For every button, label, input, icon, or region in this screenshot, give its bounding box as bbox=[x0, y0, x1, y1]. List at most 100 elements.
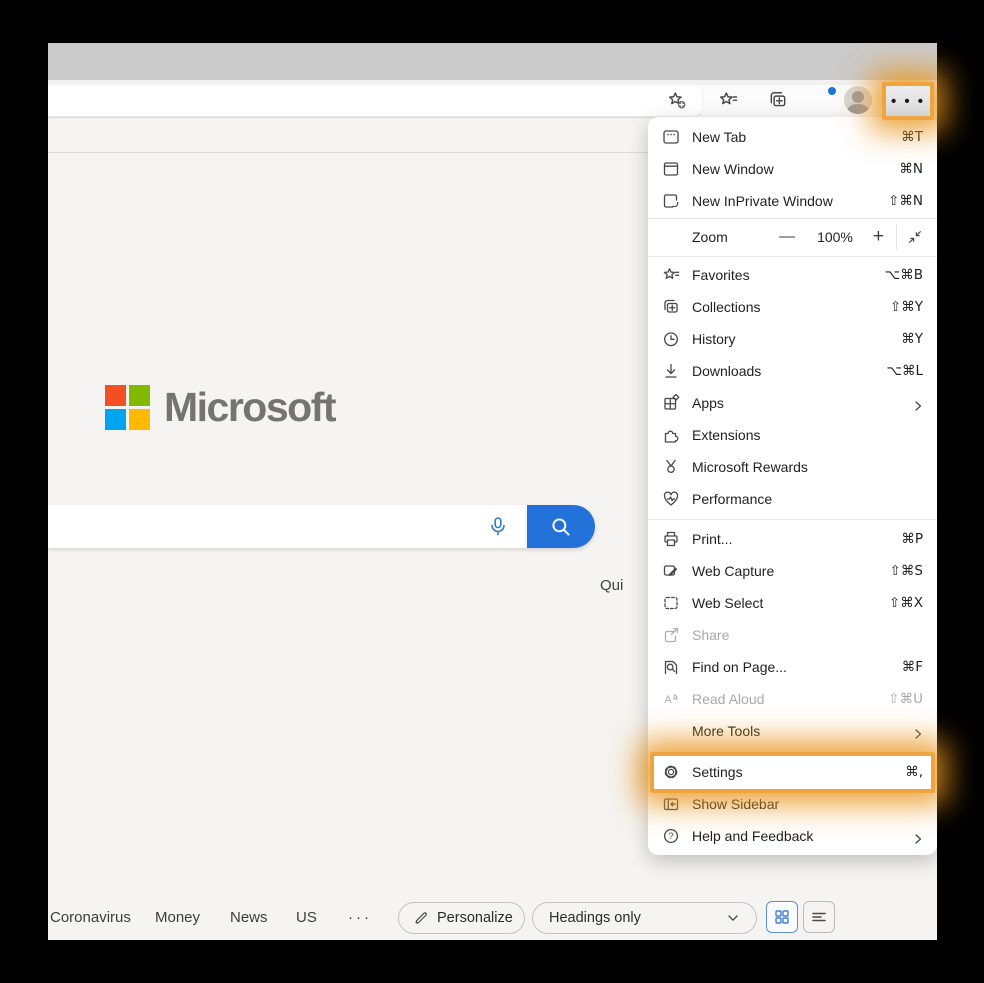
menu-label: New Window bbox=[692, 161, 899, 177]
apps-icon bbox=[662, 394, 680, 412]
menu-divider bbox=[648, 519, 937, 520]
menu-item-history[interactable]: History ⌘Y bbox=[648, 323, 937, 355]
zoom-divider bbox=[896, 224, 897, 250]
printer-icon bbox=[662, 530, 680, 548]
new-tab-icon bbox=[662, 128, 680, 146]
address-bar[interactable] bbox=[48, 86, 702, 116]
menu-item-extensions[interactable]: Extensions bbox=[648, 419, 937, 451]
menu-shortcut: ⌥⌘L bbox=[886, 363, 923, 379]
favorites-icon[interactable] bbox=[716, 88, 740, 112]
search-bar bbox=[48, 505, 595, 548]
footer-link-coronavirus[interactable]: Coronavirus bbox=[50, 909, 131, 926]
microsoft-logo-icon bbox=[105, 385, 150, 430]
rewards-notification-dot bbox=[828, 87, 836, 95]
menu-item-new-inprivate-window[interactable]: New InPrivate Window ⇧⌘N bbox=[648, 185, 937, 217]
favorites-star-icon bbox=[662, 266, 680, 284]
menu-item-find-on-page[interactable]: Find on Page... ⌘F bbox=[648, 651, 937, 683]
annotation-highlight-more-button bbox=[882, 82, 934, 120]
logo-square-green bbox=[129, 385, 150, 406]
read-aloud-icon: A bbox=[662, 690, 680, 708]
menu-divider bbox=[648, 256, 937, 257]
logo-square-red bbox=[105, 385, 126, 406]
footer-link-money[interactable]: Money bbox=[155, 909, 200, 926]
menu-label: Web Capture bbox=[692, 563, 890, 579]
menu-label: Print... bbox=[692, 531, 901, 547]
personalize-button[interactable]: Personalize bbox=[398, 902, 525, 934]
menu-label: Find on Page... bbox=[692, 659, 902, 675]
performance-heart-icon bbox=[662, 490, 680, 508]
zoom-level-value: 100% bbox=[817, 229, 853, 245]
menu-item-downloads[interactable]: Downloads ⌥⌘L bbox=[648, 355, 937, 387]
menu-item-new-tab[interactable]: New Tab ⌘T bbox=[648, 121, 937, 153]
menu-label: Share bbox=[692, 627, 923, 643]
logo-square-yellow bbox=[129, 409, 150, 430]
menu-label: Web Select bbox=[692, 595, 889, 611]
browser-overflow-menu: New Tab ⌘T New Window ⌘N New InPrivate W… bbox=[648, 117, 937, 855]
more-tools-spacer bbox=[662, 722, 680, 740]
footer-link-us[interactable]: US bbox=[296, 909, 317, 926]
share-icon bbox=[662, 626, 680, 644]
search-button[interactable] bbox=[527, 505, 595, 548]
submenu-chevron-icon bbox=[913, 726, 923, 736]
show-sidebar-icon bbox=[662, 795, 680, 813]
microsoft-wordmark: Microsoft bbox=[164, 383, 335, 431]
help-question-icon: ? bbox=[662, 827, 680, 845]
menu-shortcut: ⌘F bbox=[902, 659, 923, 675]
menu-label: Show Sidebar bbox=[692, 796, 923, 812]
menu-item-read-aloud: A Read Aloud ⇧⌘U bbox=[648, 683, 937, 715]
menu-item-new-window[interactable]: New Window ⌘N bbox=[648, 153, 937, 185]
menu-item-favorites[interactable]: Favorites ⌥⌘B bbox=[648, 259, 937, 291]
collections-icon bbox=[662, 298, 680, 316]
menu-label: New Tab bbox=[692, 129, 901, 145]
collections-icon[interactable] bbox=[766, 88, 790, 112]
avatar-head bbox=[852, 91, 864, 103]
add-favorite-star-icon[interactable] bbox=[665, 88, 689, 112]
menu-item-more-tools[interactable]: More Tools bbox=[648, 715, 937, 747]
menu-item-help-and-feedback[interactable]: ? Help and Feedback bbox=[648, 820, 937, 852]
menu-shortcut: ⌘T bbox=[901, 129, 923, 145]
menu-item-collections[interactable]: Collections ⇧⌘Y bbox=[648, 291, 937, 323]
history-clock-icon bbox=[662, 330, 680, 348]
menu-shortcut: ⌥⌘B bbox=[885, 267, 923, 283]
menu-item-print[interactable]: Print... ⌘P bbox=[648, 523, 937, 555]
microphone-icon[interactable] bbox=[486, 515, 510, 539]
zoom-in-button[interactable]: + bbox=[873, 226, 884, 248]
menu-item-microsoft-rewards[interactable]: Microsoft Rewards bbox=[648, 451, 937, 483]
menu-item-zoom: Zoom — 100% + bbox=[648, 219, 937, 255]
view-mode-value: Headings only bbox=[549, 910, 726, 926]
menu-shortcut: ⌘P bbox=[901, 531, 923, 547]
profile-avatar[interactable] bbox=[844, 86, 872, 114]
menu-label: Downloads bbox=[692, 363, 886, 379]
svg-text:A: A bbox=[665, 694, 673, 706]
submenu-chevron-icon bbox=[913, 398, 923, 408]
new-window-icon bbox=[662, 160, 680, 178]
menu-label: Performance bbox=[692, 491, 923, 507]
web-select-icon bbox=[662, 594, 680, 612]
view-mode-dropdown[interactable]: Headings only bbox=[532, 902, 757, 934]
menu-label: Favorites bbox=[692, 267, 885, 283]
zoom-label: Zoom bbox=[692, 229, 779, 245]
menu-label: Read Aloud bbox=[692, 691, 888, 707]
menu-label: New InPrivate Window bbox=[692, 193, 888, 209]
menu-label: More Tools bbox=[692, 723, 913, 739]
menu-item-web-select[interactable]: Web Select ⇧⌘X bbox=[648, 587, 937, 619]
menu-item-apps[interactable]: Apps bbox=[648, 387, 937, 419]
footer-link-news[interactable]: News bbox=[230, 909, 268, 926]
menu-item-performance[interactable]: Performance bbox=[648, 483, 937, 515]
submenu-chevron-icon bbox=[913, 831, 923, 841]
grid-view-button[interactable] bbox=[766, 901, 798, 933]
pencil-icon bbox=[413, 910, 429, 926]
fullscreen-icon[interactable] bbox=[907, 229, 923, 245]
footer-more-links-button[interactable]: ··· bbox=[348, 909, 372, 926]
web-capture-icon bbox=[662, 562, 680, 580]
menu-item-web-capture[interactable]: Web Capture ⇧⌘S bbox=[648, 555, 937, 587]
list-view-button[interactable] bbox=[803, 901, 835, 933]
download-arrow-icon bbox=[662, 362, 680, 380]
search-input[interactable] bbox=[48, 505, 527, 548]
menu-shortcut: ⌘Y bbox=[901, 331, 923, 347]
tab-bar bbox=[48, 43, 937, 80]
menu-label: Collections bbox=[692, 299, 890, 315]
logo-square-blue bbox=[105, 409, 126, 430]
zoom-out-button[interactable]: — bbox=[779, 228, 795, 246]
menu-item-share: Share bbox=[648, 619, 937, 651]
